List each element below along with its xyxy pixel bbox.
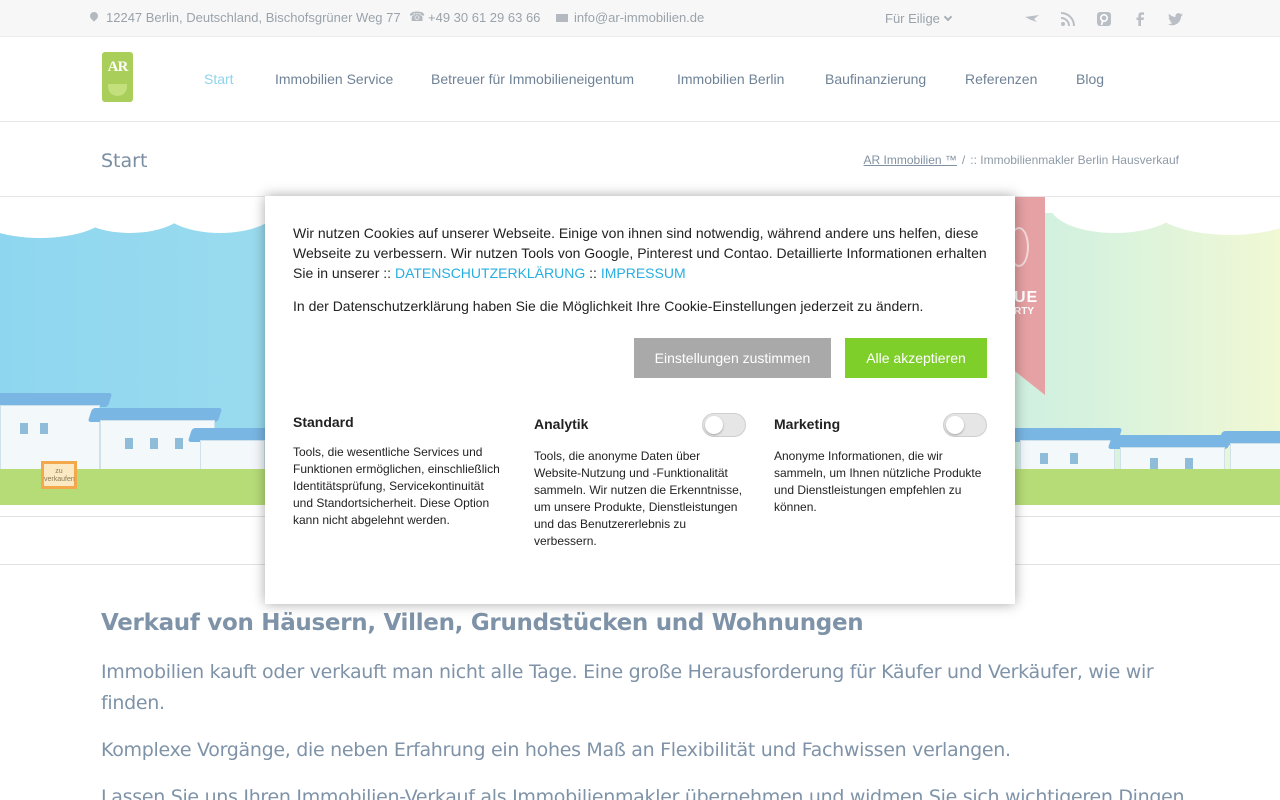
cloud-shape <box>1150 213 1280 235</box>
link-separator: :: <box>589 265 597 281</box>
breadcrumb-home-link[interactable]: AR Immobilien ™ <box>864 153 957 167</box>
email-info[interactable]: info@ar-immobilien.de <box>556 10 704 25</box>
window-shape <box>20 423 28 434</box>
rss-icon[interactable] <box>1059 10 1077 28</box>
phone-info[interactable]: +49 30 61 29 63 66 <box>409 9 540 26</box>
chevron-down-icon <box>943 12 953 22</box>
quick-links-dropdown[interactable]: Für Eilige <box>885 11 953 26</box>
category-description: Tools, die anonyme Daten über Website-Nu… <box>534 449 743 548</box>
toggle-knob <box>946 416 964 434</box>
address-text: 12247 Berlin, Deutschland, Bischofsgrüne… <box>106 10 401 25</box>
analytik-toggle[interactable] <box>702 413 746 437</box>
window-shape <box>1185 458 1193 469</box>
twitter-icon[interactable] <box>1167 10 1185 28</box>
breadcrumb: AR Immobilien ™ /:: Immobilienmakler Berl… <box>864 153 1179 167</box>
breadcrumb-current: :: Immobilienmakler Berlin Hausverkauf <box>970 153 1179 167</box>
category-description: Anonyme Informationen, die wir sammeln, … <box>774 449 982 514</box>
phone-text[interactable]: +49 30 61 29 63 66 <box>428 10 540 25</box>
window-shape <box>175 438 183 449</box>
nav-item-betreuer[interactable]: Betreuer für Immobilieneigentum <box>431 71 634 87</box>
cookie-note: In der Datenschutzerklärung haben Sie di… <box>293 298 924 314</box>
content-paragraph: Immobilien kauft oder verkauft man nicht… <box>101 661 1154 714</box>
ribbon-text-line2: RTY <box>1014 306 1034 317</box>
window-shape <box>1150 458 1158 469</box>
category-title: Standard <box>293 414 354 430</box>
map-pin-icon <box>88 12 100 24</box>
window-shape <box>1040 453 1048 464</box>
window-shape <box>40 423 48 434</box>
cloud-shape <box>160 213 280 233</box>
privacy-policy-link[interactable]: DATENSCHUTZERKLÄRUNG <box>395 265 585 281</box>
page-title: Start <box>101 150 148 172</box>
nav-item-referenzen[interactable]: Referenzen <box>965 71 1037 87</box>
facebook-icon[interactable] <box>1131 10 1149 28</box>
quick-links-label: Für Eilige <box>885 11 940 26</box>
logo-text: AR <box>107 59 129 75</box>
nav-item-immobilien-service[interactable]: Immobilien Service <box>275 71 393 87</box>
email-text[interactable]: info@ar-immobilien.de <box>574 10 704 25</box>
pinterest-icon[interactable] <box>1095 10 1113 28</box>
bird-icon[interactable] <box>1023 10 1041 28</box>
address-info: 12247 Berlin, Deutschland, Bischofsgrüne… <box>88 10 401 25</box>
breadcrumb-separator: / <box>961 153 966 167</box>
cookie-category-standard: Standard Tools, die wesentliche Services… <box>293 414 505 527</box>
site-header: AR Start Immobilien Service Betreuer für… <box>0 37 1280 122</box>
nav-item-start[interactable]: Start <box>204 71 234 87</box>
logo-leaf-icon <box>108 84 127 96</box>
content-paragraph: Lassen Sie uns Ihren Immobilien-Verkauf … <box>101 786 1185 800</box>
cookie-consent-dialog: Wir nutzen Cookies auf unserer Webseite.… <box>265 196 1015 604</box>
page-title-bar: Start AR Immobilien ™ /:: Immobilienmakle… <box>0 122 1280 197</box>
ribbon-text-line1: UE <box>1014 289 1039 306</box>
content-paragraph: Komplexe Vorgänge, die neben Erfahrung e… <box>101 739 1011 761</box>
marketing-toggle[interactable] <box>943 413 987 437</box>
cookie-intro: Wir nutzen Cookies auf unserer Webseite.… <box>293 223 993 283</box>
phone-icon <box>409 9 425 25</box>
top-info-bar: 12247 Berlin, Deutschland, Bischofsgrüne… <box>0 0 1280 37</box>
window-shape <box>150 438 158 449</box>
for-sale-sign: zu verkaufen <box>41 461 77 489</box>
nav-item-baufinanzierung[interactable]: Baufinanzierung <box>825 71 926 87</box>
mail-icon <box>556 12 568 24</box>
toggle-knob <box>705 416 723 434</box>
window-shape <box>1070 453 1078 464</box>
content-heading: Verkauf von Häusern, Villen, Grundstücke… <box>101 610 864 636</box>
nav-item-immobilien-berlin[interactable]: Immobilien Berlin <box>677 71 784 87</box>
nav-item-blog[interactable]: Blog <box>1076 71 1104 87</box>
accept-settings-button[interactable]: Einstellungen zustimmen <box>634 338 831 378</box>
site-logo[interactable]: AR <box>102 52 133 102</box>
category-description: Tools, die wesentliche Services und Funk… <box>293 445 500 527</box>
accept-all-button[interactable]: Alle akzeptieren <box>845 338 987 378</box>
window-shape <box>125 438 133 449</box>
imprint-link[interactable]: IMPRESSUM <box>601 265 686 281</box>
